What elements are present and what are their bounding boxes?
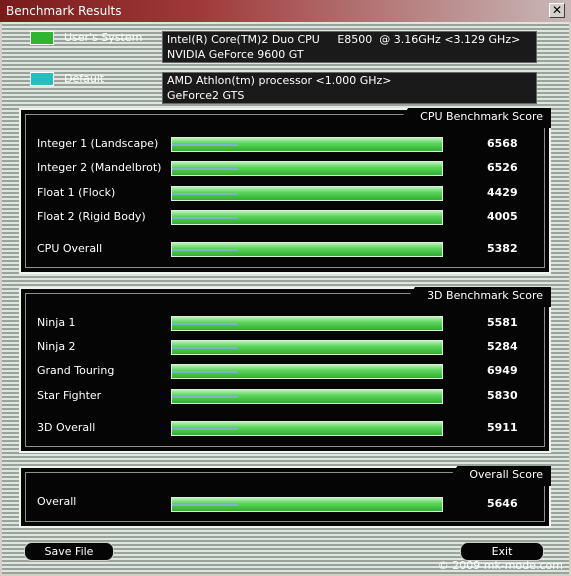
metric-label: 3D Overall xyxy=(37,421,96,434)
results-client-area: User's System Intel(R) Core(TM)2 Duo CPU… xyxy=(2,22,569,574)
metric-score: 5284 xyxy=(487,340,518,353)
metric-score: 6526 xyxy=(487,161,518,174)
score-bar xyxy=(171,137,443,152)
metric-label: Integer 2 (Mandelbrot) xyxy=(37,161,162,174)
metric-score: 5911 xyxy=(487,421,518,434)
score-bar xyxy=(171,389,443,404)
cpu-score-panel: CPU Benchmark Score Integer 1 (Landscape… xyxy=(19,108,551,274)
score-bar xyxy=(171,421,443,436)
benchmark-results-window: Benchmark Results ✕ User's System Intel(… xyxy=(0,0,571,576)
user-system-info: Intel(R) Core(TM)2 Duo CPU E8500 @ 3.16G… xyxy=(162,31,537,63)
user-system-gpu: NVIDIA GeForce 9600 GT xyxy=(167,48,304,61)
score-bar xyxy=(171,186,443,201)
score-bar xyxy=(171,242,443,257)
metric-label: Overall xyxy=(37,495,77,508)
metric-score: 5646 xyxy=(487,497,518,510)
title-bar[interactable]: Benchmark Results ✕ xyxy=(0,0,571,22)
metric-score: 4429 xyxy=(487,186,518,199)
close-icon: ✕ xyxy=(551,3,563,17)
score-bar xyxy=(171,316,443,331)
default-system-row: Default AMD Athlon(tm) processor <1.000 … xyxy=(2,65,569,104)
score-bar xyxy=(171,364,443,379)
metric-label: Grand Touring xyxy=(37,364,115,377)
default-system-gpu: GeForce2 GTS xyxy=(167,89,245,102)
user-system-label: User's System xyxy=(64,31,143,44)
save-file-button[interactable]: Save File xyxy=(24,542,114,561)
metric-label: CPU Overall xyxy=(37,242,103,255)
3d-score-panel: 3D Benchmark Score Ninja 1 5581 Ninja 2 … xyxy=(19,287,551,453)
metric-score: 6568 xyxy=(487,137,518,150)
user-system-cpu: Intel(R) Core(TM)2 Duo CPU E8500 @ 3.16G… xyxy=(167,33,521,46)
metric-score: 4005 xyxy=(487,210,518,223)
default-system-swatch-icon xyxy=(30,72,54,86)
3d-panel-title: 3D Benchmark Score xyxy=(401,287,551,307)
close-button[interactable]: ✕ xyxy=(549,3,565,18)
metric-score: 6949 xyxy=(487,364,518,377)
score-bar xyxy=(171,161,443,176)
default-system-cpu: AMD Athlon(tm) processor <1.000 GHz> xyxy=(167,74,392,87)
default-system-label: Default xyxy=(64,72,105,85)
overall-score-panel: Overall Score Overall 5646 xyxy=(19,466,551,528)
metric-label: Float 1 (Flock) xyxy=(37,186,116,199)
score-bar xyxy=(171,497,443,512)
metric-label: Star Fighter xyxy=(37,389,102,402)
metric-score: 5382 xyxy=(487,242,518,255)
copyright-text: © 2009 mk-mode.com xyxy=(437,559,563,572)
user-system-swatch-icon xyxy=(30,31,54,45)
metric-label: Ninja 2 xyxy=(37,340,76,353)
metric-label: Ninja 1 xyxy=(37,316,76,329)
metric-score: 5581 xyxy=(487,316,518,329)
score-bar xyxy=(171,210,443,225)
score-bar xyxy=(171,340,443,355)
cpu-panel-title: CPU Benchmark Score xyxy=(394,108,551,128)
overall-panel-title: Overall Score xyxy=(443,466,551,486)
metric-label: Integer 1 (Landscape) xyxy=(37,137,159,150)
metric-label: Float 2 (Rigid Body) xyxy=(37,210,146,223)
user-system-row: User's System Intel(R) Core(TM)2 Duo CPU… xyxy=(2,24,569,63)
default-system-info: AMD Athlon(tm) processor <1.000 GHz> GeF… xyxy=(162,72,537,104)
metric-score: 5830 xyxy=(487,389,518,402)
window-title: Benchmark Results xyxy=(6,4,122,18)
